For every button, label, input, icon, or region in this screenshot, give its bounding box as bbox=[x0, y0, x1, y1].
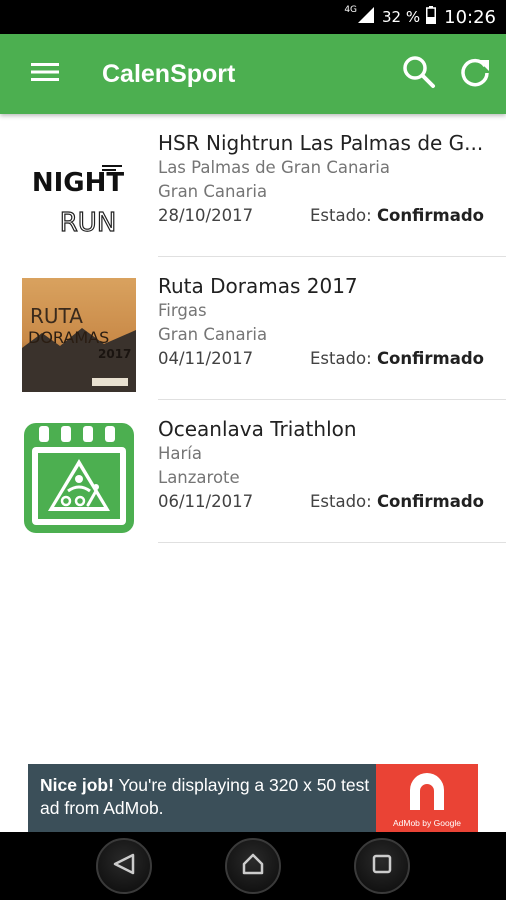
app-title: CalenSport bbox=[102, 60, 236, 88]
event-date: 04/11/2017 bbox=[158, 349, 254, 368]
battery-icon bbox=[426, 6, 437, 28]
thumb-text-year: 2017 bbox=[98, 347, 131, 361]
status-value: Confirmado bbox=[376, 492, 484, 511]
search-icon bbox=[402, 55, 436, 94]
recents-square-icon bbox=[371, 853, 393, 880]
event-location: Haría bbox=[158, 444, 202, 463]
event-meta: 04/11/2017 Estado: Confirmado bbox=[158, 349, 506, 368]
home-icon bbox=[241, 852, 265, 881]
event-island: Gran Canaria bbox=[158, 182, 268, 201]
clock: 10:26 bbox=[444, 6, 496, 28]
thumb-text-doramas: DORAMAS bbox=[28, 328, 109, 347]
event-status: Estado: Confirmado bbox=[310, 206, 484, 225]
event-row[interactable]: RUTA DORAMAS 2017 Ruta Doramas 2017 Firg… bbox=[0, 257, 506, 400]
event-info: Ruta Doramas 2017 Firgas Gran Canaria 04… bbox=[158, 273, 506, 368]
event-info: HSR Nightrun Las Palmas de G... Las Palm… bbox=[158, 130, 506, 225]
recents-button[interactable] bbox=[353, 838, 410, 894]
status-bar: 4G 32 % 10:26 bbox=[0, 0, 506, 34]
hamburger-menu-icon bbox=[31, 62, 59, 87]
status-value: Confirmado bbox=[376, 349, 484, 368]
ad-headline: Nice job! bbox=[40, 775, 114, 795]
event-row[interactable]: Oceanlava Triathlon Haría Lanzarote 06/1… bbox=[0, 400, 506, 543]
divider bbox=[158, 542, 506, 543]
event-date: 06/11/2017 bbox=[158, 492, 254, 511]
status-label: Estado: bbox=[309, 492, 372, 511]
refresh-icon bbox=[459, 56, 491, 93]
status-label: Estado: bbox=[309, 349, 372, 368]
menu-button[interactable] bbox=[24, 58, 66, 90]
thumb-text-night: NIGHT bbox=[32, 168, 125, 198]
event-date: 28/10/2017 bbox=[158, 206, 254, 225]
battery-percent: 32 % bbox=[382, 8, 421, 26]
event-thumbnail: RUTA DORAMAS 2017 bbox=[22, 278, 136, 392]
event-name: HSR Nightrun Las Palmas de G... bbox=[158, 131, 484, 155]
status-value: Confirmado bbox=[376, 206, 484, 225]
home-button[interactable] bbox=[224, 838, 281, 894]
event-row[interactable]: NIGHT RUN HSR Nightrun Las Palmas de G..… bbox=[0, 114, 506, 257]
event-thumbnail: NIGHT RUN bbox=[22, 135, 136, 249]
ad-banner[interactable]: Nice job! You're displaying a 320 x 50 t… bbox=[28, 764, 478, 832]
event-meta: 06/11/2017 Estado: Confirmado bbox=[158, 492, 506, 511]
triathlon-calendar-icon bbox=[22, 421, 136, 535]
event-island: Lanzarote bbox=[158, 468, 240, 487]
event-name: Oceanlava Triathlon bbox=[158, 417, 357, 441]
network-type: 4G bbox=[344, 5, 358, 15]
event-list: NIGHT RUN HSR Nightrun Las Palmas de G..… bbox=[0, 114, 506, 543]
nav-bar bbox=[0, 832, 506, 900]
admob-logo: AdMob by Google bbox=[376, 764, 478, 832]
thumb-text-run: RUN bbox=[60, 208, 117, 238]
event-meta: 28/10/2017 Estado: Confirmado bbox=[158, 206, 506, 225]
search-button[interactable] bbox=[400, 55, 438, 94]
back-triangle-icon bbox=[113, 853, 135, 880]
event-status: Estado: Confirmado bbox=[310, 349, 484, 368]
app-bar: CalenSport bbox=[0, 34, 506, 114]
back-button[interactable] bbox=[96, 838, 153, 894]
event-info: Oceanlava Triathlon Haría Lanzarote 06/1… bbox=[158, 416, 506, 511]
event-location: Firgas bbox=[158, 301, 207, 320]
refresh-button[interactable] bbox=[456, 56, 494, 92]
event-location: Las Palmas de Gran Canaria bbox=[158, 158, 391, 177]
admob-caption: AdMob by Google bbox=[392, 818, 462, 828]
event-status: Estado: Confirmado bbox=[310, 492, 484, 511]
ad-text: Nice job! You're displaying a 320 x 50 t… bbox=[40, 774, 370, 820]
status-label: Estado: bbox=[309, 206, 372, 225]
thumb-text-ruta: RUTA bbox=[30, 304, 83, 328]
signal-icon bbox=[358, 7, 375, 27]
event-name: Ruta Doramas 2017 bbox=[158, 274, 358, 298]
event-island: Gran Canaria bbox=[158, 325, 268, 344]
